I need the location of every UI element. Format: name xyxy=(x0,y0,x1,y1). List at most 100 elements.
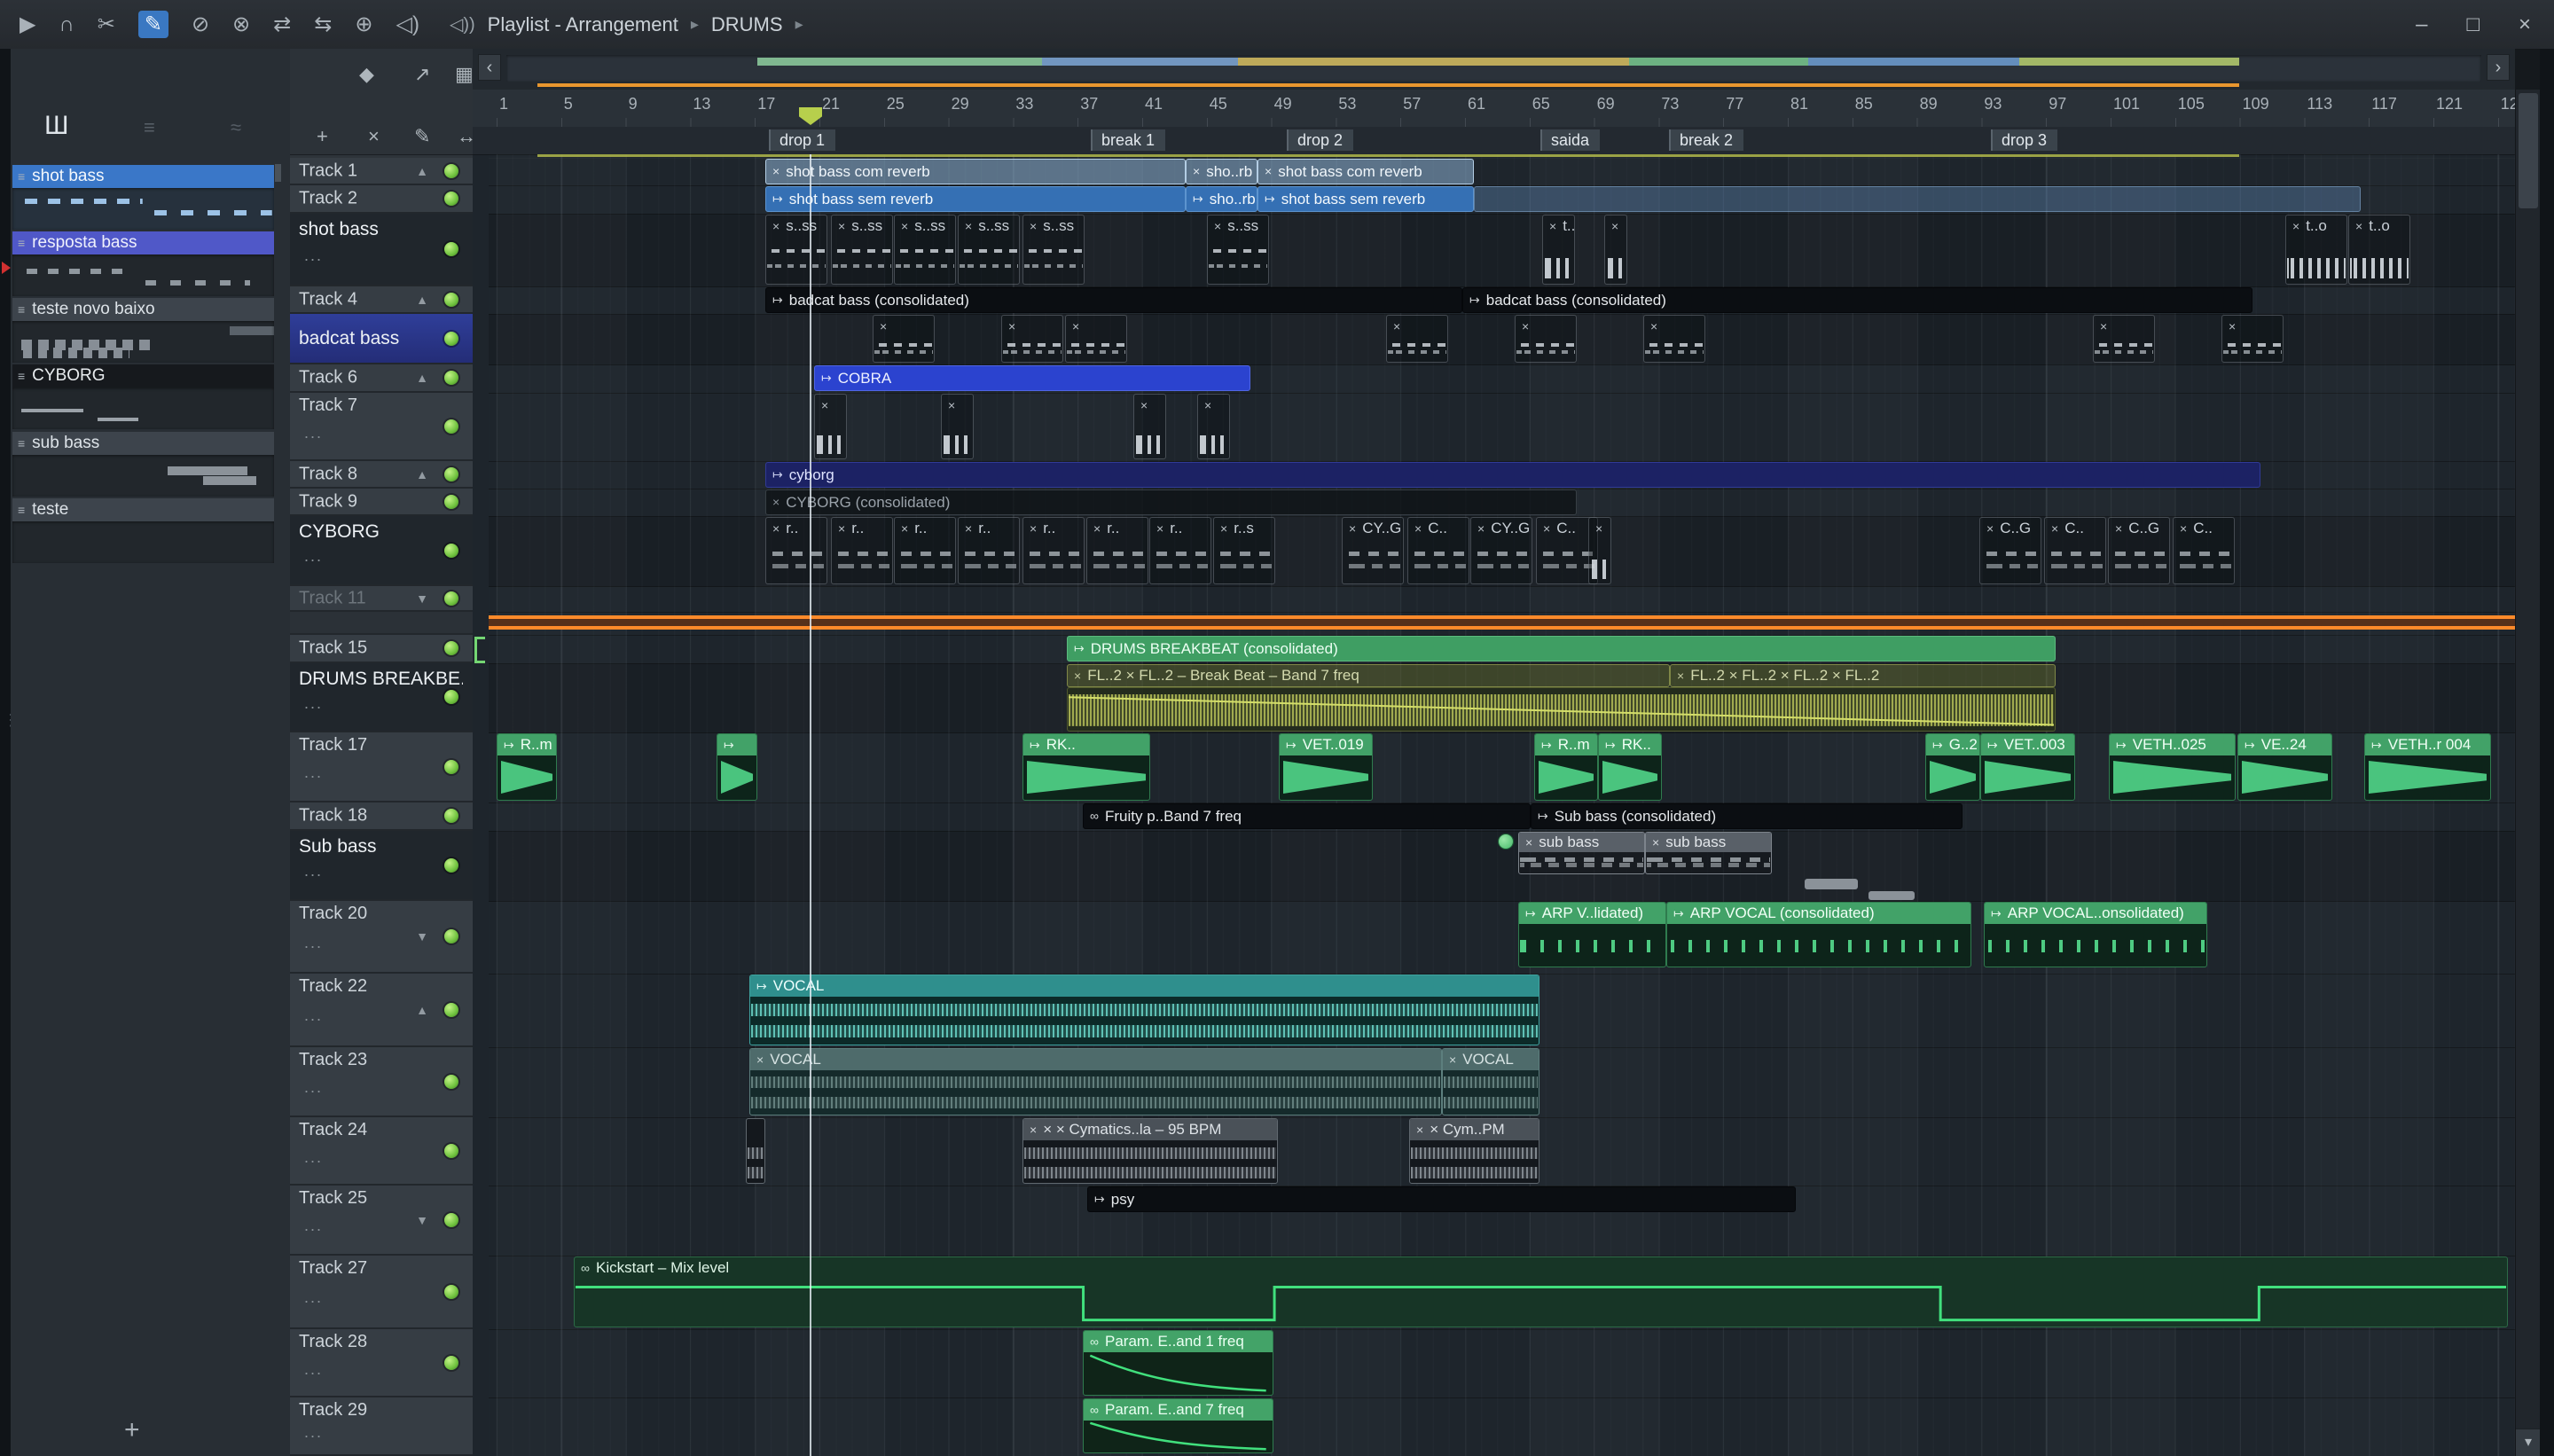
clip[interactable] xyxy=(1067,687,2056,732)
pattern-clip[interactable]: × xyxy=(814,394,847,459)
clip[interactable]: × sub bass xyxy=(1645,832,1772,874)
clip[interactable]: × VOCAL xyxy=(749,1048,1442,1115)
clip[interactable] xyxy=(1498,834,1514,849)
headphones-icon[interactable]: ∩ xyxy=(59,12,74,37)
add-pattern-button[interactable]: + xyxy=(124,1415,140,1445)
clip[interactable]: ↦ badcat bass (consolidated) xyxy=(765,287,1462,313)
pattern-item[interactable]: ≡ shot bass xyxy=(12,165,274,231)
clip[interactable]: × CYBORG (consolidated) xyxy=(765,489,1577,515)
clip[interactable] xyxy=(1868,891,1915,900)
clip[interactable] xyxy=(746,1118,765,1184)
speaker-icon[interactable]: ◁)) xyxy=(450,13,475,35)
clip[interactable]: ↦ RK.. xyxy=(1022,733,1150,801)
clip[interactable]: ↦ ARP VOCAL (consolidated) xyxy=(1666,902,1971,967)
add-track-icon[interactable]: + xyxy=(317,125,328,148)
clip[interactable]: ↦ VOCAL xyxy=(749,975,1539,1045)
track-collapse-arrow-icon[interactable]: ▲ xyxy=(416,1003,428,1017)
automation-clip[interactable]: ∞ Param. E..and 7 freq xyxy=(1083,1398,1273,1453)
track-header[interactable]: Track 27... xyxy=(290,1256,473,1329)
breadcrumb-playlist[interactable]: Playlist - Arrangement xyxy=(488,13,678,36)
pattern-clip[interactable]: × C.. xyxy=(2044,517,2106,584)
clip[interactable]: ↦ cyborg xyxy=(765,462,2260,488)
clip[interactable]: ↦ VET..003 xyxy=(1980,733,2075,801)
track-header[interactable]: Track 29... xyxy=(290,1397,473,1456)
pattern-clip[interactable]: × r.. xyxy=(1149,517,1211,584)
swap-tool-icon[interactable]: ⇆ xyxy=(314,12,332,37)
track-collapse-arrow-icon[interactable]: ▼ xyxy=(416,591,428,606)
clip[interactable]: ↦ Sub bass (consolidated) xyxy=(1531,803,1963,829)
clip[interactable]: × × × Cymatics..la – 95 BPM xyxy=(1022,1118,1278,1184)
pattern-clip[interactable]: × s..ss xyxy=(894,215,956,285)
clip[interactable]: ↦ psy xyxy=(1087,1186,1796,1212)
minimize-button[interactable]: – xyxy=(2416,12,2427,37)
pattern-clip[interactable]: × r.. xyxy=(958,517,1020,584)
pattern-clip[interactable]: × s..ss xyxy=(1207,215,1269,285)
pattern-clip[interactable]: × xyxy=(1643,315,1705,363)
clip[interactable]: ↦ ARP VOCAL..onsolidated) xyxy=(1984,902,2207,967)
track-header[interactable]: Track 7... xyxy=(290,393,473,461)
clip[interactable] xyxy=(1805,879,1858,889)
pattern-clip[interactable]: × xyxy=(1386,315,1448,363)
clip[interactable]: ↦ R..m xyxy=(497,733,557,801)
pattern-clip[interactable]: × r.. xyxy=(1086,517,1148,584)
clip[interactable]: ↦ VET..019 xyxy=(1279,733,1373,801)
pattern-name[interactable]: ≡ CYBORG xyxy=(12,364,274,388)
track-enable-dot[interactable] xyxy=(444,809,458,823)
track-enable-dot[interactable] xyxy=(444,690,458,704)
track-header[interactable]: Track 6 ▲ xyxy=(290,364,473,393)
track-enable-dot[interactable] xyxy=(444,494,458,509)
track-enable-dot[interactable] xyxy=(444,759,458,774)
track-header[interactable]: shot bass... xyxy=(290,214,473,286)
timeline-marker[interactable]: drop 1 xyxy=(769,129,836,151)
draw-tool-icon[interactable]: ✎ xyxy=(137,11,168,38)
pattern-clip[interactable]: × s..ss xyxy=(831,215,893,285)
pattern-clip[interactable]: × C..G xyxy=(2108,517,2170,584)
clip[interactable]: ↦ VETH..025 xyxy=(2109,733,2236,801)
pattern-item[interactable]: ≡ resposta bass xyxy=(2,231,274,298)
pattern-clip[interactable]: × CY..G xyxy=(1342,517,1404,584)
track-header[interactable]: DRUMS BREAKBE..... xyxy=(290,663,473,732)
track-collapse-arrow-icon[interactable]: ▲ xyxy=(416,467,428,481)
clip[interactable]: ∞ Fruity p..Band 7 freq xyxy=(1083,803,1531,829)
pattern-clip[interactable]: × xyxy=(2093,315,2155,363)
track-header[interactable]: Track 22... ▲ xyxy=(290,974,473,1047)
clip[interactable]: ↦ RK.. xyxy=(1598,733,1662,801)
mute-tool-icon[interactable]: ⊗ xyxy=(232,12,250,37)
slip-tool-icon[interactable]: ⇄ xyxy=(273,12,291,37)
clip[interactable]: × FL..2 × FL..2 × FL..2 × FL..2 xyxy=(1670,664,2056,687)
pattern-name[interactable]: ≡ shot bass xyxy=(12,165,274,189)
pattern-clip[interactable]: × C.. xyxy=(2173,517,2235,584)
automation-clip[interactable]: ∞ Kickstart – Mix level xyxy=(574,1256,2508,1327)
pattern-picker-icon[interactable]: Ш xyxy=(44,111,69,141)
pattern-name[interactable]: ≡ sub bass xyxy=(12,432,274,456)
timeline-marker[interactable]: saida xyxy=(1540,129,1601,151)
automation-lane-bar[interactable] xyxy=(489,615,2515,630)
scroll-down-button[interactable]: ▾ xyxy=(2516,1429,2541,1456)
playlist-overview-scrollbar[interactable]: ‹ › xyxy=(473,49,2515,90)
edit-track-icon[interactable]: ✎ xyxy=(414,125,430,148)
wave-panel-icon[interactable]: ≈ xyxy=(231,116,241,139)
pattern-clip[interactable]: × xyxy=(1065,315,1127,363)
track-enable-dot[interactable] xyxy=(444,466,458,481)
pattern-clip[interactable]: × C.. xyxy=(1407,517,1469,584)
track-header[interactable]: Track 8 ▲ xyxy=(290,461,473,489)
pattern-clip[interactable]: × r.. xyxy=(831,517,893,584)
clip[interactable]: ↦ G..2 xyxy=(1925,733,1980,801)
clip[interactable]: × FL..2 × FL..2 – Break Beat – Band 7 fre… xyxy=(1067,664,1670,687)
playlist-grid[interactable]: × shot bass com reverb × sho..rb × shot bass … xyxy=(473,154,2515,1456)
grid-view-icon[interactable]: ▦ xyxy=(455,63,474,86)
timeline-marker[interactable]: drop 2 xyxy=(1287,129,1354,151)
track-header[interactable]: Track 24... xyxy=(290,1117,473,1186)
track-header[interactable]: badcat bass xyxy=(290,314,473,364)
clip[interactable]: ↦ DRUMS BREAKBEAT (consolidated) xyxy=(1067,636,2056,661)
clip[interactable]: ↦ VETH..r 004 xyxy=(2364,733,2491,801)
playhead-line[interactable] xyxy=(810,154,811,1456)
pattern-clip[interactable]: × r.. xyxy=(1022,517,1085,584)
pattern-clip[interactable]: × r..s xyxy=(1213,517,1275,584)
pattern-clip[interactable]: × C..G xyxy=(1979,517,2041,584)
clip[interactable]: × VOCAL xyxy=(1442,1048,1539,1115)
track-enable-dot[interactable] xyxy=(444,1074,458,1089)
track-enable-dot[interactable] xyxy=(444,192,458,206)
pattern-clip[interactable]: × t..o xyxy=(2285,215,2347,285)
clip[interactable]: ↦ R..m xyxy=(1534,733,1598,801)
